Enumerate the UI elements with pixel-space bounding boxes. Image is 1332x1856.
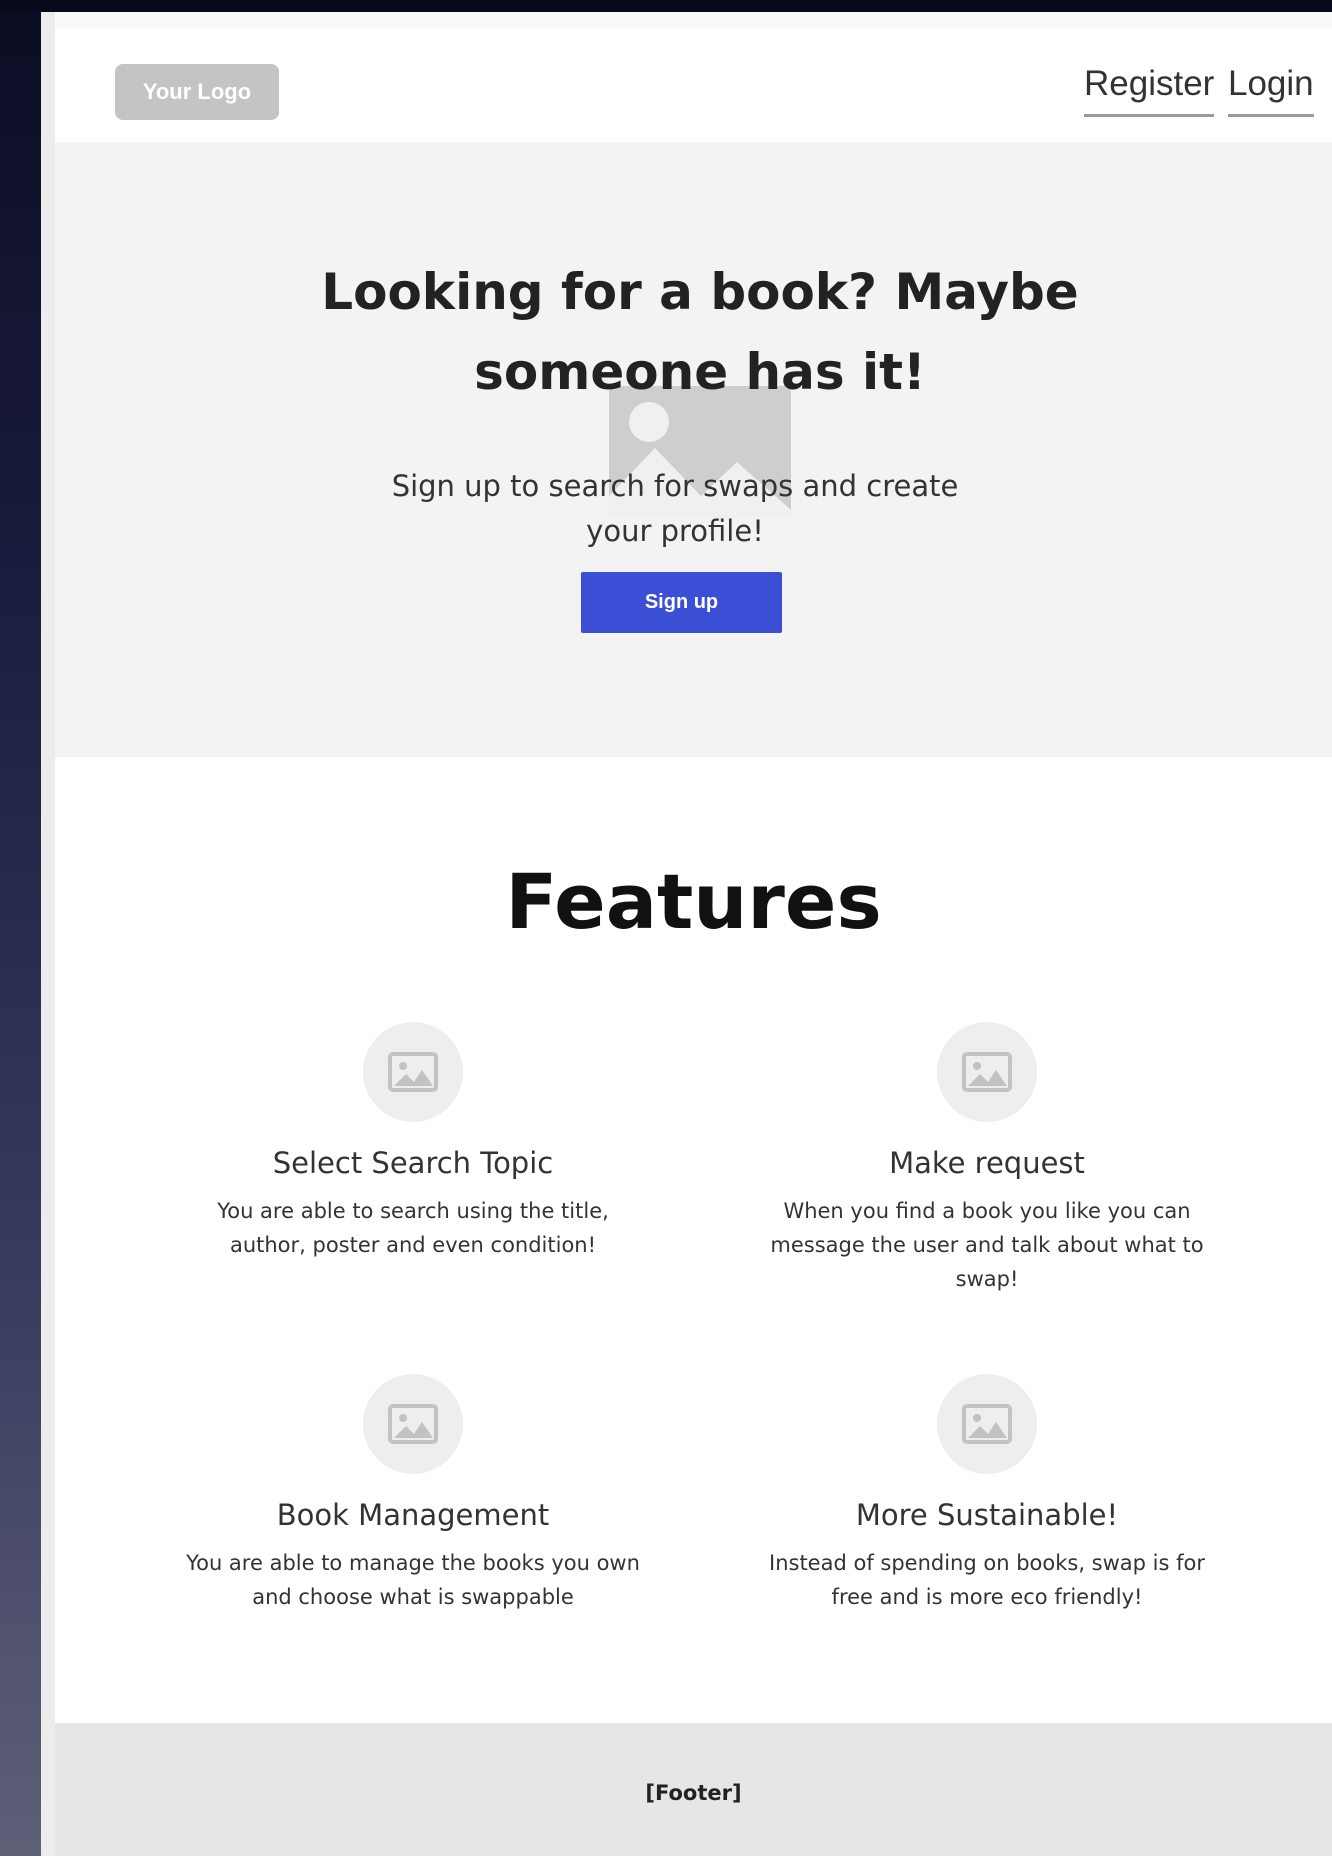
image-icon [363, 1022, 463, 1122]
hero-subtitle: Sign up to search for swaps and create y… [391, 469, 959, 548]
feature-title: Make request [889, 1146, 1085, 1180]
hero-title: Looking for a book? Maybe someone has it… [321, 263, 1079, 401]
features-title: Features [505, 857, 882, 946]
sign-up-button[interactable]: Sign up [581, 572, 782, 633]
site-header: Your Logo Register Login [55, 28, 1332, 142]
hero-section: Looking for a book? Maybe someone has it… [55, 142, 1332, 757]
feature-card: More Sustainable! Instead of spending on… [747, 1374, 1227, 1614]
feature-card: Select Search Topic You are able to sear… [173, 1022, 653, 1262]
logo[interactable]: Your Logo [115, 64, 279, 120]
site-footer: [Footer] [55, 1723, 1332, 1856]
footer-text: [Footer] [645, 1781, 742, 1805]
image-icon [937, 1022, 1037, 1122]
page-left-edge [41, 12, 55, 1856]
feature-title: More Sustainable! [855, 1498, 1119, 1532]
feature-card: Make request When you find a book you li… [747, 1022, 1227, 1296]
feature-description: You are able to manage the books you own… [186, 1551, 640, 1609]
image-icon [937, 1374, 1037, 1474]
feature-description: You are able to search using the title, … [217, 1199, 609, 1257]
image-icon [363, 1374, 463, 1474]
feature-description: When you find a book you like you can me… [770, 1199, 1204, 1291]
browser-page: Your Logo Register Login Looking for a b… [41, 12, 1332, 1856]
feature-description: Instead of spending on books, swap is fo… [769, 1551, 1205, 1609]
feature-title: Book Management [276, 1498, 550, 1532]
register-link[interactable]: Register [1084, 64, 1215, 118]
login-link[interactable]: Login [1228, 64, 1314, 118]
desktop-top-edge [0, 0, 1332, 12]
feature-card: Book Management You are able to manage t… [173, 1374, 653, 1614]
feature-title: Select Search Topic [272, 1146, 554, 1180]
features-section: Features Select Search Topic You are abl… [55, 757, 1332, 1723]
